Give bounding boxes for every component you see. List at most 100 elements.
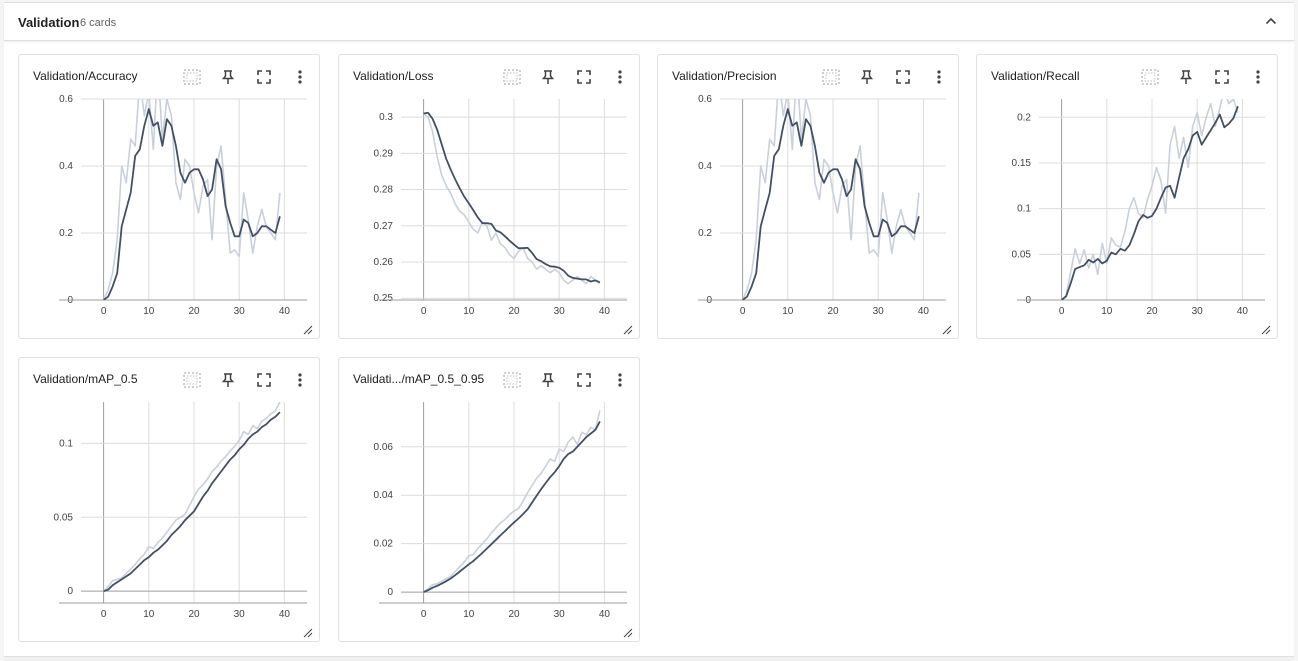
y-tick-label: 0.2: [698, 228, 712, 239]
fullscreen-icon[interactable]: [253, 369, 275, 391]
x-tick-label: 40: [599, 306, 611, 317]
y-tick-label: 0.05: [54, 512, 74, 523]
line-chart[interactable]: 01020304000.050.10.150.2: [977, 95, 1277, 335]
y-tick-label: 0.3: [379, 112, 393, 123]
fullscreen-icon[interactable]: [573, 369, 595, 391]
card-title: Validation/Recall: [991, 69, 1080, 83]
y-tick-label: 0.29: [374, 148, 394, 159]
x-tick-label: 0: [101, 306, 107, 317]
group-footer: [4, 656, 1294, 661]
x-tick-label: 20: [508, 306, 520, 317]
smoothed-series-line: [742, 108, 920, 300]
group-title: Validation: [18, 15, 80, 30]
card-title: Validation/Precision: [672, 69, 777, 83]
x-tick-label: 30: [234, 306, 246, 317]
y-tick-label: 0.02: [374, 539, 394, 550]
fullscreen-icon[interactable]: [1211, 66, 1233, 88]
fullscreen-icon[interactable]: [573, 66, 595, 88]
fullscreen-icon[interactable]: [892, 66, 914, 88]
x-tick-label: 30: [554, 609, 566, 620]
raw-series-line: [103, 402, 281, 592]
y-tick-label: 0.05: [1012, 249, 1032, 260]
y-tick-label: 0: [67, 586, 73, 597]
x-tick-label: 10: [463, 609, 475, 620]
x-tick-label: 40: [599, 609, 611, 620]
line-chart[interactable]: 0 10 20 30 40 0 0.02 0.04 0.06: [339, 398, 639, 638]
more-vert-icon[interactable]: [1247, 66, 1269, 88]
dotted-box-icon[interactable]: [501, 66, 523, 88]
raw-series-line: [423, 112, 601, 285]
y-tick-label: 0.04: [374, 490, 394, 501]
x-tick-label: 40: [1237, 306, 1249, 317]
y-tick-label: 0.06: [374, 442, 394, 453]
more-vert-icon[interactable]: [289, 369, 311, 391]
x-tick-label: 20: [188, 609, 200, 620]
x-tick-label: 10: [1101, 306, 1113, 317]
x-tick-label: 30: [873, 306, 885, 317]
x-tick-label: 10: [463, 306, 475, 317]
y-tick-label: 0: [387, 587, 393, 598]
x-tick-label: 10: [782, 306, 794, 317]
group-card-count: 6 cards: [80, 17, 117, 29]
x-tick-label: 0: [421, 609, 427, 620]
raw-series-line: [1061, 99, 1239, 300]
y-tick-label: 0.28: [374, 185, 394, 196]
y-tick-label: 0.6: [59, 95, 73, 105]
validation-group: Validation 6 cards Validation/Accuracy 0 1…: [4, 2, 1294, 661]
pin-icon[interactable]: [856, 66, 878, 88]
more-vert-icon[interactable]: [928, 66, 950, 88]
x-tick-label: 30: [1192, 306, 1204, 317]
y-tick-label: 0.2: [59, 228, 73, 239]
line-chart[interactable]: 0 10 20 30 40 0.25 0.26 0.27 0.28 0.29 0.3: [339, 95, 639, 335]
resize-handle-icon[interactable]: [1261, 322, 1271, 335]
x-tick-label: 40: [279, 306, 291, 317]
dotted-box-icon[interactable]: [501, 369, 523, 391]
resize-handle-icon[interactable]: [623, 322, 633, 335]
chevron-up-icon[interactable]: [1262, 12, 1280, 30]
x-tick-label: 10: [143, 306, 155, 317]
y-tick-label: 0.4: [698, 161, 712, 172]
card-title: Validation/Accuracy: [33, 69, 138, 83]
x-tick-label: 0: [740, 306, 746, 317]
more-vert-icon[interactable]: [609, 66, 631, 88]
pin-icon[interactable]: [217, 369, 239, 391]
x-tick-label: 20: [827, 306, 839, 317]
dotted-box-icon[interactable]: [820, 66, 842, 88]
dotted-box-icon[interactable]: [181, 66, 203, 88]
x-tick-label: 20: [188, 306, 200, 317]
line-chart[interactable]: 0 10 20 30 40 0 0.05 0.1: [19, 398, 319, 638]
fullscreen-icon[interactable]: [253, 66, 275, 88]
more-vert-icon[interactable]: [609, 369, 631, 391]
pin-icon[interactable]: [537, 66, 559, 88]
x-tick-label: 40: [279, 609, 291, 620]
card-validation-map-0-5-0-95: Validati.../mAP_0.5_0.95 0 10 20 30 40 0 0.02 0.…: [338, 357, 640, 642]
y-tick-label: 0.25: [374, 293, 394, 304]
card-validation-accuracy: Validation/Accuracy01020304000.20.40.6: [18, 54, 320, 339]
pin-icon[interactable]: [217, 66, 239, 88]
smoothed-series-line: [1061, 105, 1239, 300]
raw-series-line: [423, 410, 601, 593]
card-title: Validation/Loss: [353, 69, 434, 83]
y-tick-label: 0.2: [1017, 112, 1031, 123]
card-validation-recall: Validation/Recall01020304000.050.10.150.…: [976, 54, 1278, 339]
card-validation-precision: Validation/Precision01020304000.20.40.6: [657, 54, 959, 339]
pin-icon[interactable]: [1175, 66, 1197, 88]
card-title: Validati.../mAP_0.5_0.95: [353, 372, 485, 386]
card-title: Validation/mAP_0.5: [33, 372, 138, 386]
dotted-box-icon[interactable]: [1139, 66, 1161, 88]
resize-handle-icon[interactable]: [303, 625, 313, 638]
resize-handle-icon[interactable]: [942, 322, 952, 335]
group-header[interactable]: Validation 6 cards: [4, 3, 1294, 41]
more-vert-icon[interactable]: [289, 66, 311, 88]
y-tick-label: 0.6: [698, 95, 712, 105]
x-tick-label: 30: [234, 609, 246, 620]
dotted-box-icon[interactable]: [181, 369, 203, 391]
line-chart[interactable]: 01020304000.20.40.6: [658, 95, 958, 335]
line-chart[interactable]: 01020304000.20.40.6: [19, 95, 319, 335]
x-tick-label: 20: [508, 609, 520, 620]
resize-handle-icon[interactable]: [623, 625, 633, 638]
resize-handle-icon[interactable]: [303, 322, 313, 335]
y-tick-label: 0.1: [59, 438, 73, 449]
pin-icon[interactable]: [537, 369, 559, 391]
x-tick-label: 30: [554, 306, 566, 317]
